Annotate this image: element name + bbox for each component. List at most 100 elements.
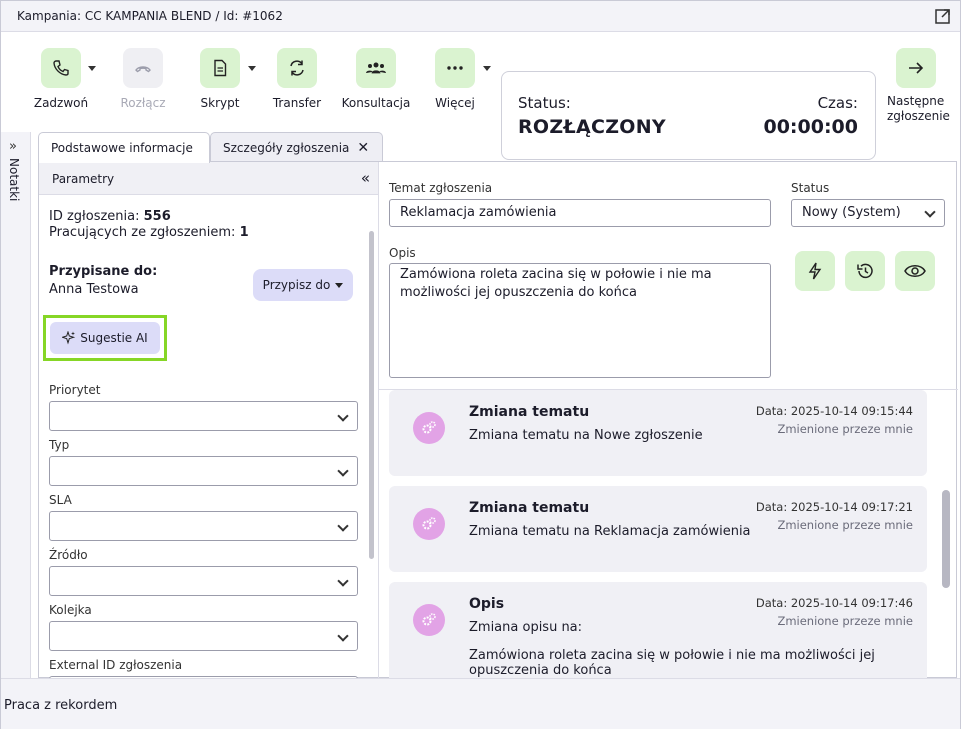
time-label: Czas: [817,94,858,112]
more-dropdown-icon[interactable] [483,66,491,71]
history-scrollbar[interactable] [942,490,950,588]
type-select[interactable] [49,456,358,486]
gear-avatar-icon [413,604,445,636]
gear-avatar-icon [413,412,445,444]
chevron-down-icon [337,465,349,477]
time-value: 00:00:00 [763,116,858,138]
source-label: Źródło [49,548,88,562]
expand-chevron-icon[interactable]: » [9,139,17,154]
more-button[interactable]: Więcej [415,48,495,110]
tab-basic-info[interactable]: Podstawowe informacje [38,132,210,163]
tab-ticket-details-label: Szczegóły zgłoszenia [223,140,350,155]
history-item: Opis Zmiana opisu na: Zamówiona roleta z… [389,582,927,679]
history-author: Zmienione przeze mnie [777,518,913,532]
params-scrollbar[interactable] [369,231,374,559]
history-button[interactable] [845,251,885,291]
sla-select[interactable] [49,511,358,541]
footer-bar: Praca z rekordem [1,678,960,729]
chevron-down-icon [337,630,349,642]
consult-button[interactable]: Konsultacja [336,48,416,110]
app-window: Kampania: CC KAMPANIA BLEND / Id: #1062 … [0,0,961,729]
script-dropdown-icon[interactable] [248,66,256,71]
tab-ticket-details[interactable]: Szczegóły zgłoszenia ✕ [210,132,383,162]
history-date: Data: 2025-10-14 09:15:44 [755,404,913,418]
script-button[interactable]: Skrypt [180,48,260,110]
assigned-user: Anna Testowa [49,282,139,297]
campaign-title: Kampania: CC KAMPANIA BLEND / Id: #1062 [17,9,283,23]
title-bar: Kampania: CC KAMPANIA BLEND / Id: #1062 [1,1,960,32]
more-dots-icon [447,66,463,70]
next-label-1: Następne [887,94,945,108]
working-count: Pracujących ze zgłoszeniem: 1 [49,225,249,240]
assign-to-button[interactable]: Przypisz do [253,269,353,301]
gear-avatar-icon [413,508,445,540]
phone-icon [53,60,69,76]
call-toolbar: Zadzwoń Rozłącz Skrypt Transfer Konsulta… [1,32,960,160]
ticket-details-panel: Temat zgłoszenia Reklamacja zamówienia S… [379,162,958,679]
notes-sidebar[interactable]: » Notatki [1,132,31,678]
hangup-label: Rozłącz [120,96,166,110]
group-icon [366,62,386,74]
assigned-label: Przypisane do: [49,264,158,279]
quick-action-button[interactable] [795,251,835,291]
history-title: Opis [469,596,505,612]
priority-label: Priorytet [49,383,101,397]
next-label-2: zgłoszenie [887,109,950,123]
transfer-label: Transfer [272,96,322,110]
preview-button[interactable] [895,251,935,291]
params-title: Parametry [52,172,115,186]
priority-select[interactable] [49,401,358,431]
subject-input[interactable]: Reklamacja zamówienia [389,199,771,227]
history-desc: Zmiana opisu na: [469,620,583,635]
call-label: Zadzwoń [33,96,89,110]
history-author: Zmienione przeze mnie [777,422,913,436]
history-author: Zmienione przeze mnie [777,614,913,628]
call-dropdown-icon[interactable] [88,66,96,71]
queue-select[interactable] [49,621,358,651]
history-date: Data: 2025-10-14 09:17:21 [755,500,913,514]
history-date: Data: 2025-10-14 09:17:46 [755,596,913,610]
script-label: Skrypt [200,96,240,110]
history-full-text: Zamówiona roleta zacina się w połowie i … [469,648,875,678]
collapse-panel-icon[interactable]: « [361,169,370,187]
chevron-down-icon [337,575,349,587]
params-header: Parametry « [39,162,378,195]
document-icon [214,59,227,77]
description-textarea[interactable]: Zamówiona roleta zacina się w połowie i … [389,263,771,378]
ai-suggestions-highlight: Sugestie AI [43,315,167,361]
tab-basic-info-label: Podstawowe informacje [51,141,193,155]
more-label: Więcej [435,96,475,110]
history-title: Zmiana tematu [469,404,590,420]
ai-suggestions-button[interactable]: Sugestie AI [50,322,160,354]
subject-label: Temat zgłoszenia [389,181,493,195]
hangup-icon [135,66,151,73]
history-icon [857,263,873,279]
popout-icon[interactable] [934,7,952,25]
sparkle-icon [62,331,76,345]
eye-icon [904,265,926,277]
status-select[interactable]: Nowy (System) [791,199,945,227]
chevron-down-icon [924,206,936,218]
call-button[interactable]: Zadzwoń [21,48,101,110]
queue-label: Kolejka [49,603,92,617]
lightning-icon [808,262,822,280]
footer-text: Praca z rekordem [4,698,118,713]
source-select[interactable] [49,566,358,596]
status-value: ROZŁĄCZONY [518,116,666,138]
transfer-button[interactable]: Transfer [257,48,337,110]
status-field-label: Status [791,181,830,195]
transfer-icon [290,60,304,76]
history-desc: Zmiana tematu na Reklamacja zamówienia [469,524,751,539]
close-tab-icon[interactable]: ✕ [357,140,369,156]
consult-label: Konsultacja [341,96,411,110]
hangup-button[interactable]: Rozłącz [103,48,183,110]
tab-content: Parametry « ID zgłoszenia: 556 Pracujący… [38,161,958,679]
history-title: Zmiana tematu [469,500,590,516]
history-list: Zmiana tematu Zmiana tematu na Nowe zgło… [379,389,958,679]
notes-label: Notatki [7,158,21,202]
history-item: Zmiana tematu Zmiana tematu na Nowe zgło… [389,390,927,476]
history-item: Zmiana tematu Zmiana tematu na Reklamacj… [389,486,927,572]
next-ticket-button[interactable]: Następne zgłoszenie [886,48,960,124]
history-desc: Zmiana tematu na Nowe zgłoszenie [469,428,703,443]
sla-label: SLA [49,493,72,507]
